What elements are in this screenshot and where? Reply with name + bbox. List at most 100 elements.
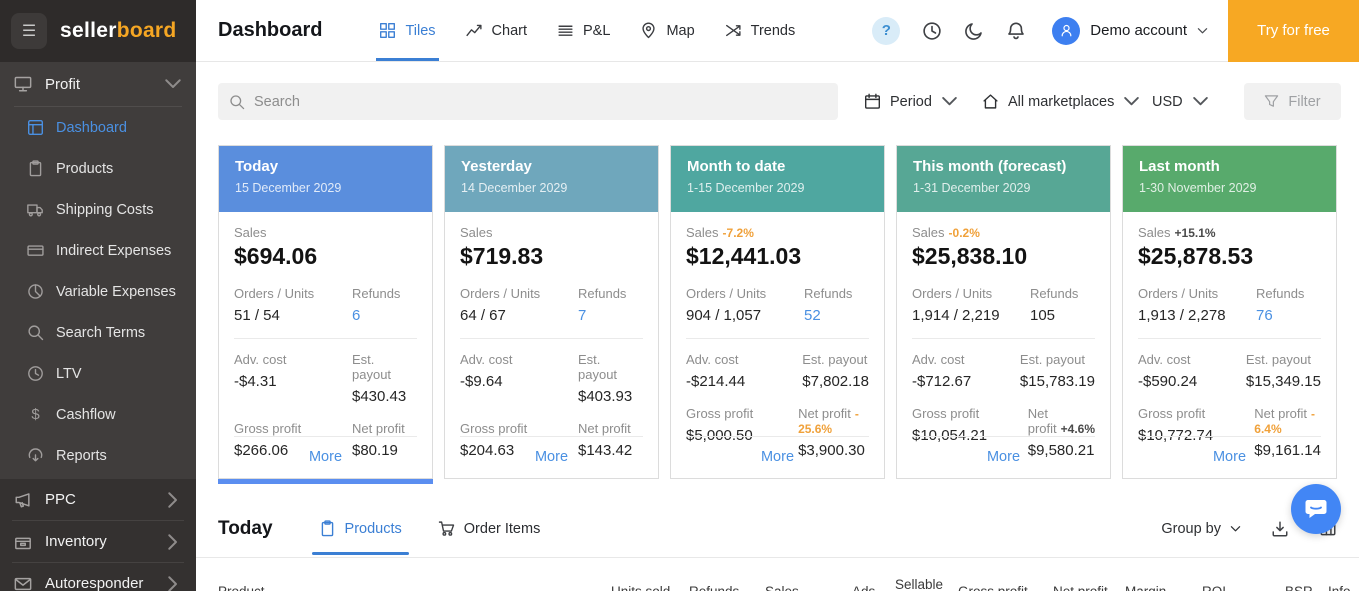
card-header: Last month 1-30 November 2029	[1123, 146, 1336, 212]
group-by-label: Group by	[1161, 521, 1221, 537]
col-header-bsr[interactable]: BSR	[1285, 584, 1313, 591]
sidebar-item-variable-expenses[interactable]: Variable Expenses	[0, 271, 196, 312]
col-header-sales[interactable]: Sales	[765, 584, 799, 591]
notifications-button[interactable]	[1006, 21, 1026, 41]
filter-button[interactable]: Filter	[1244, 83, 1341, 120]
search-box	[218, 83, 838, 120]
sidebar-item-dashboard[interactable]: Dashboard	[0, 107, 196, 148]
chevron-down-icon	[1123, 93, 1140, 110]
gross-profit-label: Gross profit	[234, 421, 346, 436]
help-icon[interactable]: ?	[872, 17, 900, 45]
col-header-gross-profit[interactable]: Gross profit	[958, 584, 1028, 591]
box-icon	[16, 538, 30, 548]
col-header-ads[interactable]: Ads	[852, 584, 875, 591]
sidebar-item-reports[interactable]: Reports	[0, 435, 196, 476]
account-menu[interactable]: Demo account	[1052, 17, 1208, 45]
col-header-roi[interactable]: ROI	[1202, 584, 1226, 591]
pie-chart-icon	[29, 285, 42, 298]
col-header-net-profit[interactable]: Net profit	[1053, 584, 1108, 591]
sidebar-item-inventory[interactable]: Inventory	[0, 521, 196, 562]
net-profit-label: Net profit	[1028, 406, 1057, 436]
col-header-refunds[interactable]: Refunds	[689, 584, 739, 591]
chat-widget-button[interactable]	[1291, 484, 1341, 534]
tab-label: Trends	[751, 23, 796, 39]
more-link[interactable]: More	[1138, 436, 1321, 478]
card-today[interactable]: Today 15 December 2029 Sales $694.06 Ord…	[218, 145, 433, 479]
sales-row: Sales-7.2%	[686, 225, 869, 240]
period-label: Period	[890, 94, 932, 110]
est-payout-label: Est. payout	[1246, 352, 1321, 367]
currency-dropdown[interactable]: USD	[1152, 83, 1209, 120]
adv-payout-row: Adv. cost-$214.44 Est. payout$7,802.18	[686, 352, 869, 390]
filter-bar: Period All marketplaces USD Filter	[196, 62, 1359, 122]
dark-mode-button[interactable]	[964, 21, 984, 41]
card-header: Month to date 1-15 December 2029	[671, 146, 884, 212]
adv-cost-label: Adv. cost	[1138, 352, 1240, 367]
sidebar-item-indirect-expenses[interactable]: Indirect Expenses	[0, 230, 196, 271]
group-by-dropdown[interactable]: Group by	[1161, 521, 1241, 537]
hamburger-menu-icon[interactable]: ☰	[11, 13, 47, 49]
net-profit-label: Net profit	[1254, 406, 1307, 421]
more-label: More	[987, 449, 1020, 465]
funnel-icon	[1266, 96, 1278, 106]
tab-map[interactable]: Map	[640, 0, 694, 61]
search-input[interactable]	[254, 94, 827, 110]
sidebar-item-shipping-costs[interactable]: Shipping Costs	[0, 189, 196, 230]
more-link[interactable]: More	[234, 436, 417, 478]
sales-label: Sales	[460, 225, 493, 240]
try-for-free-button[interactable]: Try for free	[1228, 0, 1359, 62]
refunds-value[interactable]: 7	[578, 307, 643, 324]
tab-tiles[interactable]: Tiles	[379, 0, 435, 61]
refunds-value[interactable]: 6	[352, 307, 417, 324]
period-dropdown[interactable]: Period	[864, 83, 958, 120]
account-name: Demo account	[1090, 22, 1187, 39]
bell-icon	[1009, 23, 1023, 38]
tab-products[interactable]: Products	[319, 500, 402, 557]
card-title: Today	[235, 158, 416, 175]
more-label: More	[1213, 449, 1246, 465]
sidebar-item-search-terms[interactable]: Search Terms	[0, 312, 196, 353]
sidebar-item-ppc[interactable]: PPC	[0, 479, 196, 520]
more-link[interactable]: More	[686, 436, 869, 478]
sidebar-item-products[interactable]: Products	[0, 148, 196, 189]
more-link[interactable]: More	[912, 436, 1095, 478]
tab-chart[interactable]: Chart	[466, 0, 527, 61]
sidebar-item-label: Shipping Costs	[56, 202, 154, 218]
tab-trends[interactable]: Trends	[725, 0, 796, 61]
sidebar-item-autoresponder[interactable]: Autoresponder	[0, 563, 196, 591]
chat-icon	[1303, 496, 1329, 522]
more-link[interactable]: More	[460, 436, 643, 478]
col-header-units-sold[interactable]: Units sold	[611, 584, 670, 591]
filter-label: Filter	[1288, 94, 1320, 110]
marketplaces-dropdown[interactable]: All marketplaces	[982, 83, 1140, 120]
dashboard-icon	[29, 121, 43, 135]
col-header-margin[interactable]: Margin	[1125, 584, 1166, 591]
tab-pnl[interactable]: P&L	[557, 0, 610, 61]
sidebar-item-profit[interactable]: Profit	[0, 62, 196, 106]
orders-units-label: Orders / Units	[460, 286, 572, 301]
refunds-value[interactable]: 52	[804, 307, 869, 324]
page-title: Dashboard	[218, 19, 322, 42]
gross-profit-label: Gross profit	[460, 421, 572, 436]
history-button[interactable]	[922, 21, 942, 41]
col-header-sellable-returns[interactable]: Sellablereturns	[895, 576, 943, 591]
chevron-down-icon	[1197, 27, 1208, 35]
net-profit-row: Net profit+4.6%	[1028, 406, 1095, 436]
col-header-product[interactable]: Product	[218, 584, 265, 591]
sidebar-item-ltv[interactable]: LTV	[0, 353, 196, 394]
card-last-month[interactable]: Last month 1-30 November 2029 Sales+15.1…	[1122, 145, 1337, 479]
export-download-button[interactable]	[1271, 520, 1289, 538]
sidebar-item-cashflow[interactable]: $ Cashflow	[0, 394, 196, 435]
est-payout-label: Est. payout	[352, 352, 417, 382]
col-header-info[interactable]: Info	[1328, 584, 1351, 591]
adv-cost-label: Adv. cost	[912, 352, 1014, 367]
card-month-to-date[interactable]: Month to date 1-15 December 2029 Sales-7…	[670, 145, 885, 479]
orders-refunds-row: Orders / Units64 / 67 Refunds7	[460, 286, 643, 324]
sidebar-bottom-group: PPC Inventory Autoresponder	[0, 479, 196, 591]
refunds-value[interactable]: 76	[1256, 307, 1321, 324]
sales-pct-badge: -0.2%	[949, 226, 980, 240]
tab-order-items[interactable]: Order Items	[438, 500, 541, 557]
card-yesterday[interactable]: Yesterday 14 December 2029 Sales $719.83…	[444, 145, 659, 479]
net-profit-row: Net profit-25.6%	[798, 406, 869, 436]
card-this-month-forecast[interactable]: This month (forecast) 1-31 December 2029…	[896, 145, 1111, 479]
